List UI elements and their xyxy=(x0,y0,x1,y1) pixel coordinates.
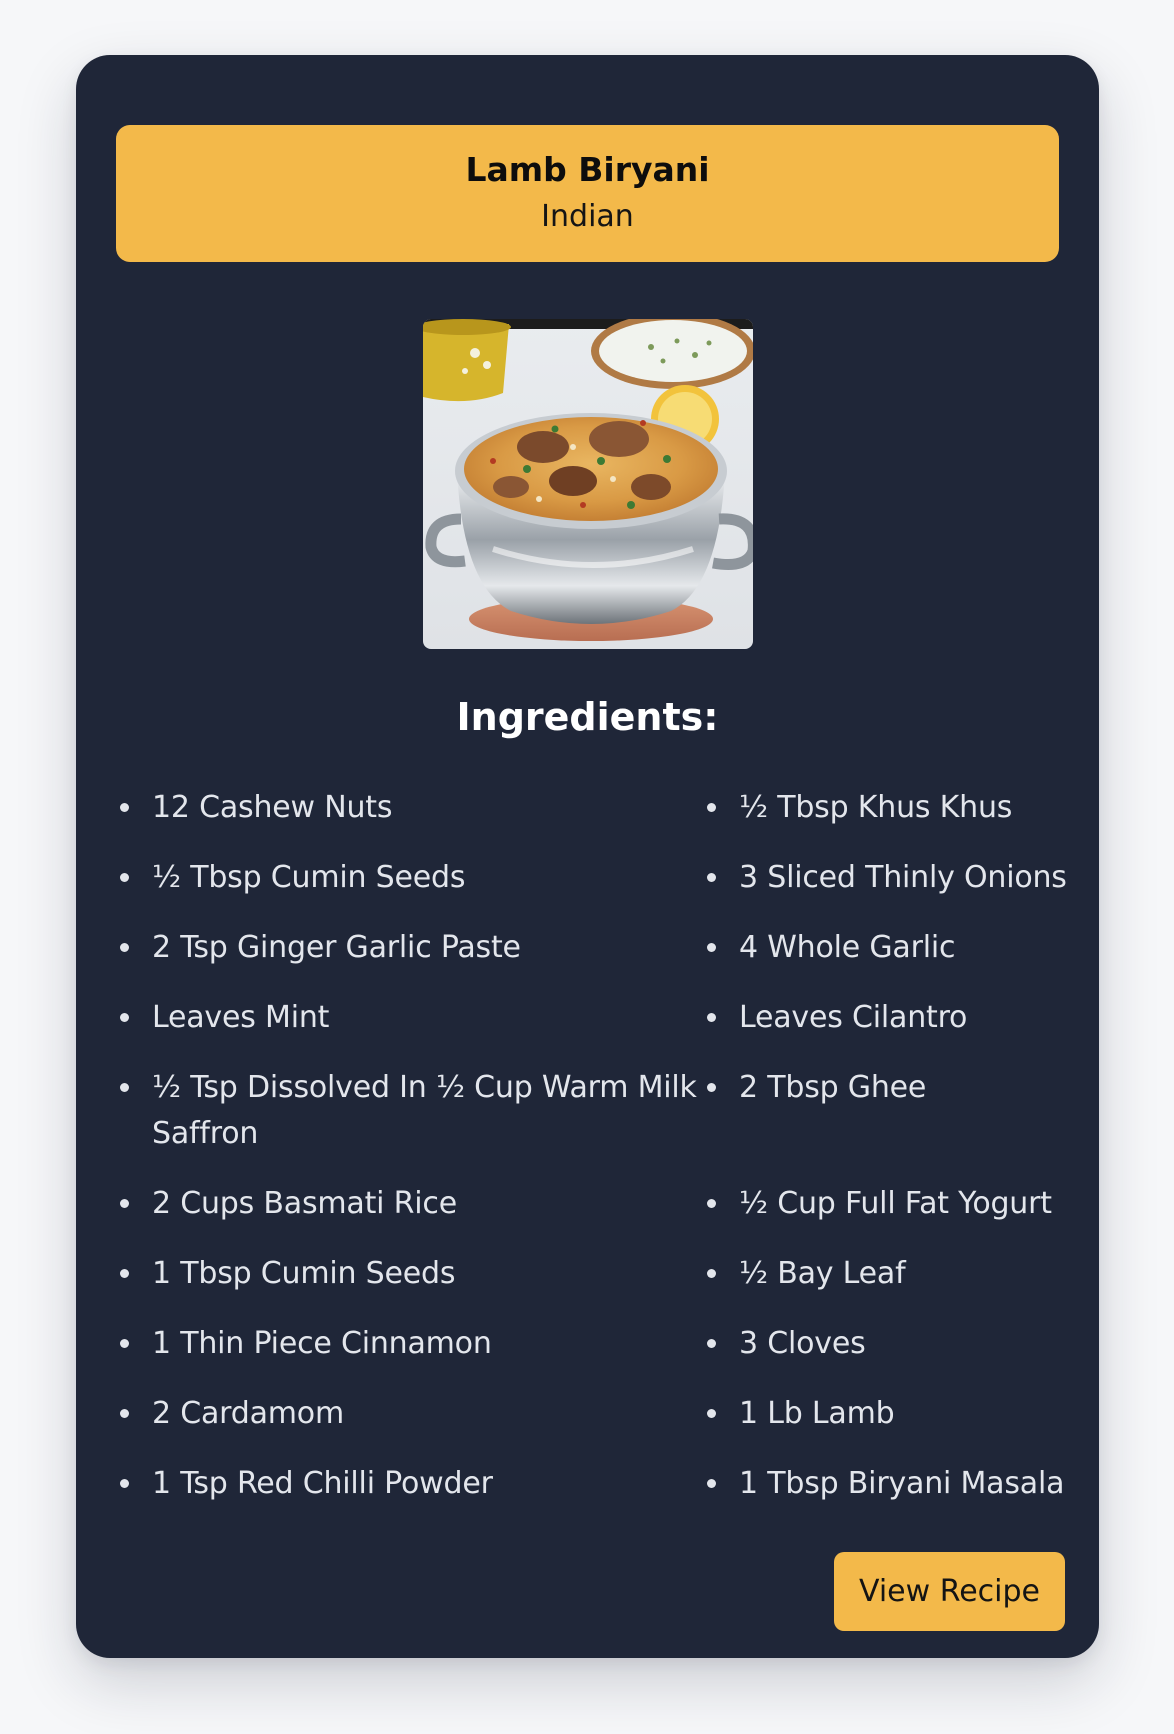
ingredient-item: Leaves Cilantro xyxy=(703,995,1083,1041)
view-recipe-button[interactable]: View Recipe xyxy=(834,1552,1065,1631)
ingredient-item: 1 Tbsp Cumin Seeds xyxy=(116,1251,701,1297)
ingredient-item: ½ Cup Full Fat Yogurt xyxy=(703,1181,1083,1227)
recipe-title: Lamb Biryani xyxy=(465,150,710,189)
ingredient-item: 4 Whole Garlic xyxy=(703,925,1083,971)
recipe-card: Lamb Biryani Indian Ingredients: 12 Cash… xyxy=(76,55,1099,1658)
recipe-image xyxy=(423,319,753,649)
ingredient-item: Leaves Mint xyxy=(116,995,701,1041)
ingredient-item: ½ Bay Leaf xyxy=(703,1251,1083,1297)
ingredient-item: ½ Tbsp Cumin Seeds xyxy=(116,855,701,901)
ingredient-item: 1 Lb Lamb xyxy=(703,1391,1083,1437)
page: Lamb Biryani Indian Ingredients: 12 Cash… xyxy=(0,0,1174,1734)
ingredient-item: 2 Tsp Ginger Garlic Paste xyxy=(116,925,701,971)
ingredient-item: 2 Cups Basmati Rice xyxy=(116,1181,701,1227)
ingredient-item: 3 Cloves xyxy=(703,1321,1083,1367)
ingredients-heading: Ingredients: xyxy=(456,695,719,739)
ingredient-item: 2 Tbsp Ghee xyxy=(703,1065,1083,1157)
ingredient-item: 2 Cardamom xyxy=(116,1391,701,1437)
ingredient-item: 1 Tbsp Biryani Masala xyxy=(703,1461,1083,1507)
ingredient-item: 3 Sliced Thinly Onions xyxy=(703,855,1083,901)
recipe-cuisine: Indian xyxy=(541,199,634,234)
ingredient-item: ½ Tbsp Khus Khus xyxy=(703,785,1083,831)
recipe-header: Lamb Biryani Indian xyxy=(116,125,1059,262)
ingredients-list-right: ½ Tbsp Khus Khus 3 Sliced Thinly Onions … xyxy=(703,785,1083,1531)
ingredient-item: ½ Tsp Dissolved In ½ Cup Warm Milk Saffr… xyxy=(116,1065,701,1157)
ingredients-list-left: 12 Cashew Nuts ½ Tbsp Cumin Seeds 2 Tsp … xyxy=(116,785,701,1531)
biryani-photo xyxy=(423,319,753,649)
ingredient-item: 1 Tsp Red Chilli Powder xyxy=(116,1461,701,1507)
ingredient-item: 12 Cashew Nuts xyxy=(116,785,701,831)
ingredient-item: 1 Thin Piece Cinnamon xyxy=(116,1321,701,1367)
